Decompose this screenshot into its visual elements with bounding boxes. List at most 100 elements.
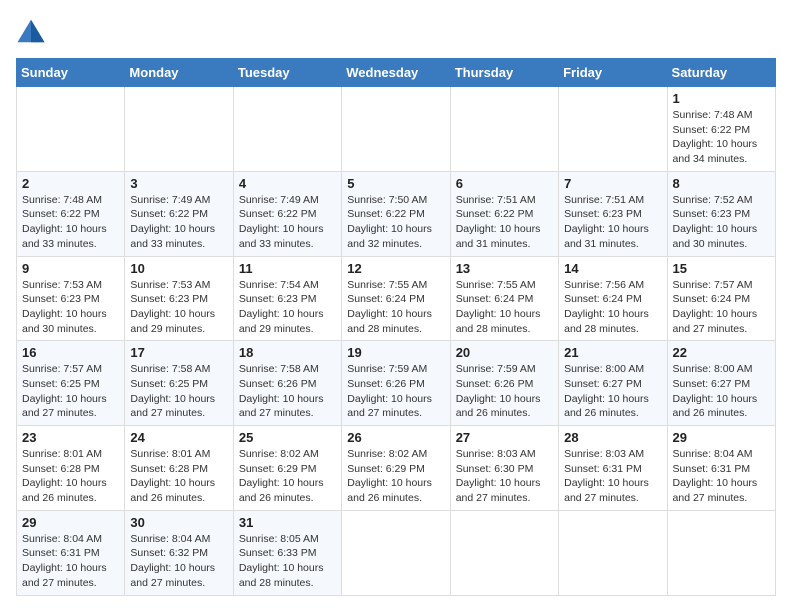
day-info: Sunrise: 7:52 AM Sunset: 6:23 PM Dayligh… [673,193,770,252]
day-info: Sunrise: 7:50 AM Sunset: 6:22 PM Dayligh… [347,193,444,252]
day-number: 13 [456,261,553,276]
calendar-day-cell: 22 Sunrise: 8:00 AM Sunset: 6:27 PM Dayl… [667,341,775,426]
day-number: 7 [564,176,661,191]
calendar-week-row: 2 Sunrise: 7:48 AM Sunset: 6:22 PM Dayli… [17,171,776,256]
day-number: 6 [456,176,553,191]
day-info: Sunrise: 7:58 AM Sunset: 6:26 PM Dayligh… [239,362,336,421]
calendar-day-cell [559,87,667,172]
day-info: Sunrise: 7:53 AM Sunset: 6:23 PM Dayligh… [130,278,227,337]
day-number: 28 [564,430,661,445]
calendar-day-cell: 26 Sunrise: 8:02 AM Sunset: 6:29 PM Dayl… [342,426,450,511]
calendar-day-cell: 15 Sunrise: 7:57 AM Sunset: 6:24 PM Dayl… [667,256,775,341]
day-info: Sunrise: 7:59 AM Sunset: 6:26 PM Dayligh… [347,362,444,421]
calendar-day-cell: 24 Sunrise: 8:01 AM Sunset: 6:28 PM Dayl… [125,426,233,511]
calendar-day-cell: 3 Sunrise: 7:49 AM Sunset: 6:22 PM Dayli… [125,171,233,256]
calendar-day-cell: 12 Sunrise: 7:55 AM Sunset: 6:24 PM Dayl… [342,256,450,341]
calendar-week-row: 16 Sunrise: 7:57 AM Sunset: 6:25 PM Dayl… [17,341,776,426]
calendar-day-cell [233,87,341,172]
day-info: Sunrise: 7:57 AM Sunset: 6:24 PM Dayligh… [673,278,770,337]
calendar-day-cell [667,510,775,595]
day-info: Sunrise: 7:48 AM Sunset: 6:22 PM Dayligh… [673,108,770,167]
calendar-week-row: 29 Sunrise: 8:04 AM Sunset: 6:31 PM Dayl… [17,510,776,595]
day-info: Sunrise: 7:51 AM Sunset: 6:22 PM Dayligh… [456,193,553,252]
day-info: Sunrise: 8:04 AM Sunset: 6:32 PM Dayligh… [130,532,227,591]
logo-icon [16,16,46,46]
day-info: Sunrise: 8:04 AM Sunset: 6:31 PM Dayligh… [673,447,770,506]
calendar-week-row: 9 Sunrise: 7:53 AM Sunset: 6:23 PM Dayli… [17,256,776,341]
day-info: Sunrise: 8:03 AM Sunset: 6:31 PM Dayligh… [564,447,661,506]
day-of-week-header: Sunday [17,59,125,87]
day-info: Sunrise: 8:01 AM Sunset: 6:28 PM Dayligh… [130,447,227,506]
day-number: 31 [239,515,336,530]
day-info: Sunrise: 8:03 AM Sunset: 6:30 PM Dayligh… [456,447,553,506]
calendar-day-cell: 20 Sunrise: 7:59 AM Sunset: 6:26 PM Dayl… [450,341,558,426]
day-info: Sunrise: 7:49 AM Sunset: 6:22 PM Dayligh… [130,193,227,252]
calendar-day-cell: 16 Sunrise: 7:57 AM Sunset: 6:25 PM Dayl… [17,341,125,426]
calendar-day-cell: 18 Sunrise: 7:58 AM Sunset: 6:26 PM Dayl… [233,341,341,426]
day-of-week-header: Friday [559,59,667,87]
calendar-header-row: SundayMondayTuesdayWednesdayThursdayFrid… [17,59,776,87]
calendar-day-cell: 21 Sunrise: 8:00 AM Sunset: 6:27 PM Dayl… [559,341,667,426]
calendar-day-cell: 10 Sunrise: 7:53 AM Sunset: 6:23 PM Dayl… [125,256,233,341]
page-header [16,16,776,46]
day-info: Sunrise: 8:04 AM Sunset: 6:31 PM Dayligh… [22,532,119,591]
calendar-day-cell [17,87,125,172]
calendar-day-cell: 29 Sunrise: 8:04 AM Sunset: 6:31 PM Dayl… [667,426,775,511]
day-number: 1 [673,91,770,106]
day-number: 30 [130,515,227,530]
day-info: Sunrise: 7:53 AM Sunset: 6:23 PM Dayligh… [22,278,119,337]
calendar-day-cell: 31 Sunrise: 8:05 AM Sunset: 6:33 PM Dayl… [233,510,341,595]
day-info: Sunrise: 7:55 AM Sunset: 6:24 PM Dayligh… [456,278,553,337]
calendar-day-cell: 2 Sunrise: 7:48 AM Sunset: 6:22 PM Dayli… [17,171,125,256]
day-number: 26 [347,430,444,445]
day-number: 27 [456,430,553,445]
calendar-day-cell: 1 Sunrise: 7:48 AM Sunset: 6:22 PM Dayli… [667,87,775,172]
day-info: Sunrise: 8:00 AM Sunset: 6:27 PM Dayligh… [564,362,661,421]
day-number: 18 [239,345,336,360]
calendar-day-cell: 25 Sunrise: 8:02 AM Sunset: 6:29 PM Dayl… [233,426,341,511]
day-info: Sunrise: 7:59 AM Sunset: 6:26 PM Dayligh… [456,362,553,421]
day-number: 20 [456,345,553,360]
day-number: 29 [673,430,770,445]
day-of-week-header: Thursday [450,59,558,87]
calendar-day-cell [342,87,450,172]
day-info: Sunrise: 7:48 AM Sunset: 6:22 PM Dayligh… [22,193,119,252]
day-number: 9 [22,261,119,276]
day-number: 25 [239,430,336,445]
day-number: 24 [130,430,227,445]
calendar-day-cell [559,510,667,595]
calendar-day-cell: 19 Sunrise: 7:59 AM Sunset: 6:26 PM Dayl… [342,341,450,426]
calendar-day-cell: 27 Sunrise: 8:03 AM Sunset: 6:30 PM Dayl… [450,426,558,511]
calendar-week-row: 23 Sunrise: 8:01 AM Sunset: 6:28 PM Dayl… [17,426,776,511]
day-number: 2 [22,176,119,191]
day-info: Sunrise: 8:02 AM Sunset: 6:29 PM Dayligh… [239,447,336,506]
calendar-day-cell: 5 Sunrise: 7:50 AM Sunset: 6:22 PM Dayli… [342,171,450,256]
day-of-week-header: Monday [125,59,233,87]
calendar-day-cell: 7 Sunrise: 7:51 AM Sunset: 6:23 PM Dayli… [559,171,667,256]
day-number: 16 [22,345,119,360]
day-number: 19 [347,345,444,360]
day-number: 11 [239,261,336,276]
calendar-day-cell: 6 Sunrise: 7:51 AM Sunset: 6:22 PM Dayli… [450,171,558,256]
day-of-week-header: Tuesday [233,59,341,87]
day-info: Sunrise: 7:55 AM Sunset: 6:24 PM Dayligh… [347,278,444,337]
calendar-day-cell [450,87,558,172]
day-number: 5 [347,176,444,191]
calendar-day-cell: 23 Sunrise: 8:01 AM Sunset: 6:28 PM Dayl… [17,426,125,511]
logo [16,16,50,46]
day-number: 15 [673,261,770,276]
day-number: 22 [673,345,770,360]
day-info: Sunrise: 8:01 AM Sunset: 6:28 PM Dayligh… [22,447,119,506]
day-info: Sunrise: 8:00 AM Sunset: 6:27 PM Dayligh… [673,362,770,421]
day-info: Sunrise: 7:58 AM Sunset: 6:25 PM Dayligh… [130,362,227,421]
calendar-day-cell: 13 Sunrise: 7:55 AM Sunset: 6:24 PM Dayl… [450,256,558,341]
day-info: Sunrise: 8:05 AM Sunset: 6:33 PM Dayligh… [239,532,336,591]
day-info: Sunrise: 7:56 AM Sunset: 6:24 PM Dayligh… [564,278,661,337]
calendar-day-cell: 14 Sunrise: 7:56 AM Sunset: 6:24 PM Dayl… [559,256,667,341]
calendar-day-cell [450,510,558,595]
day-of-week-header: Wednesday [342,59,450,87]
calendar-day-cell: 4 Sunrise: 7:49 AM Sunset: 6:22 PM Dayli… [233,171,341,256]
calendar-day-cell [342,510,450,595]
day-number: 4 [239,176,336,191]
day-number: 3 [130,176,227,191]
